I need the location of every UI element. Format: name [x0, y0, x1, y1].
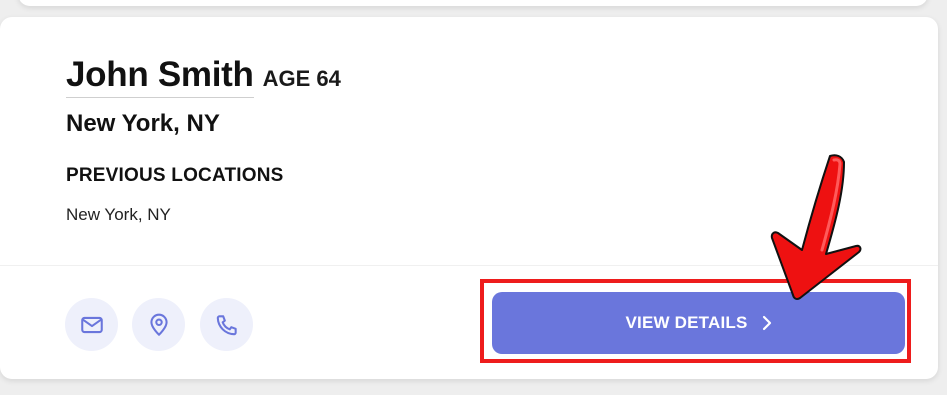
- view-details-button[interactable]: VIEW DETAILS: [492, 292, 905, 354]
- email-button[interactable]: [65, 298, 118, 351]
- phone-button[interactable]: [200, 298, 253, 351]
- previous-locations-heading: PREVIOUS LOCATIONS: [66, 165, 284, 186]
- person-result-card: John Smith AGE 64 New York, NY PREVIOUS …: [0, 17, 938, 379]
- view-details-label: VIEW DETAILS: [625, 313, 748, 332]
- location-button[interactable]: [132, 298, 185, 351]
- chevron-right-icon: [762, 315, 772, 331]
- page: John Smith AGE 64 New York, NY PREVIOUS …: [0, 0, 947, 395]
- location-pin-icon: [146, 312, 172, 338]
- person-age: AGE 64: [262, 66, 341, 91]
- current-location: New York, NY: [66, 110, 220, 137]
- previous-location-item: New York, NY: [66, 205, 171, 224]
- name-row: John Smith AGE 64: [66, 55, 341, 98]
- mail-icon: [79, 312, 105, 338]
- person-name[interactable]: John Smith: [66, 55, 254, 98]
- phone-icon: [214, 312, 240, 338]
- previous-card-edge: [18, 0, 928, 6]
- card-divider: [0, 265, 938, 266]
- card-body: John Smith AGE 64 New York, NY PREVIOUS …: [0, 17, 938, 265]
